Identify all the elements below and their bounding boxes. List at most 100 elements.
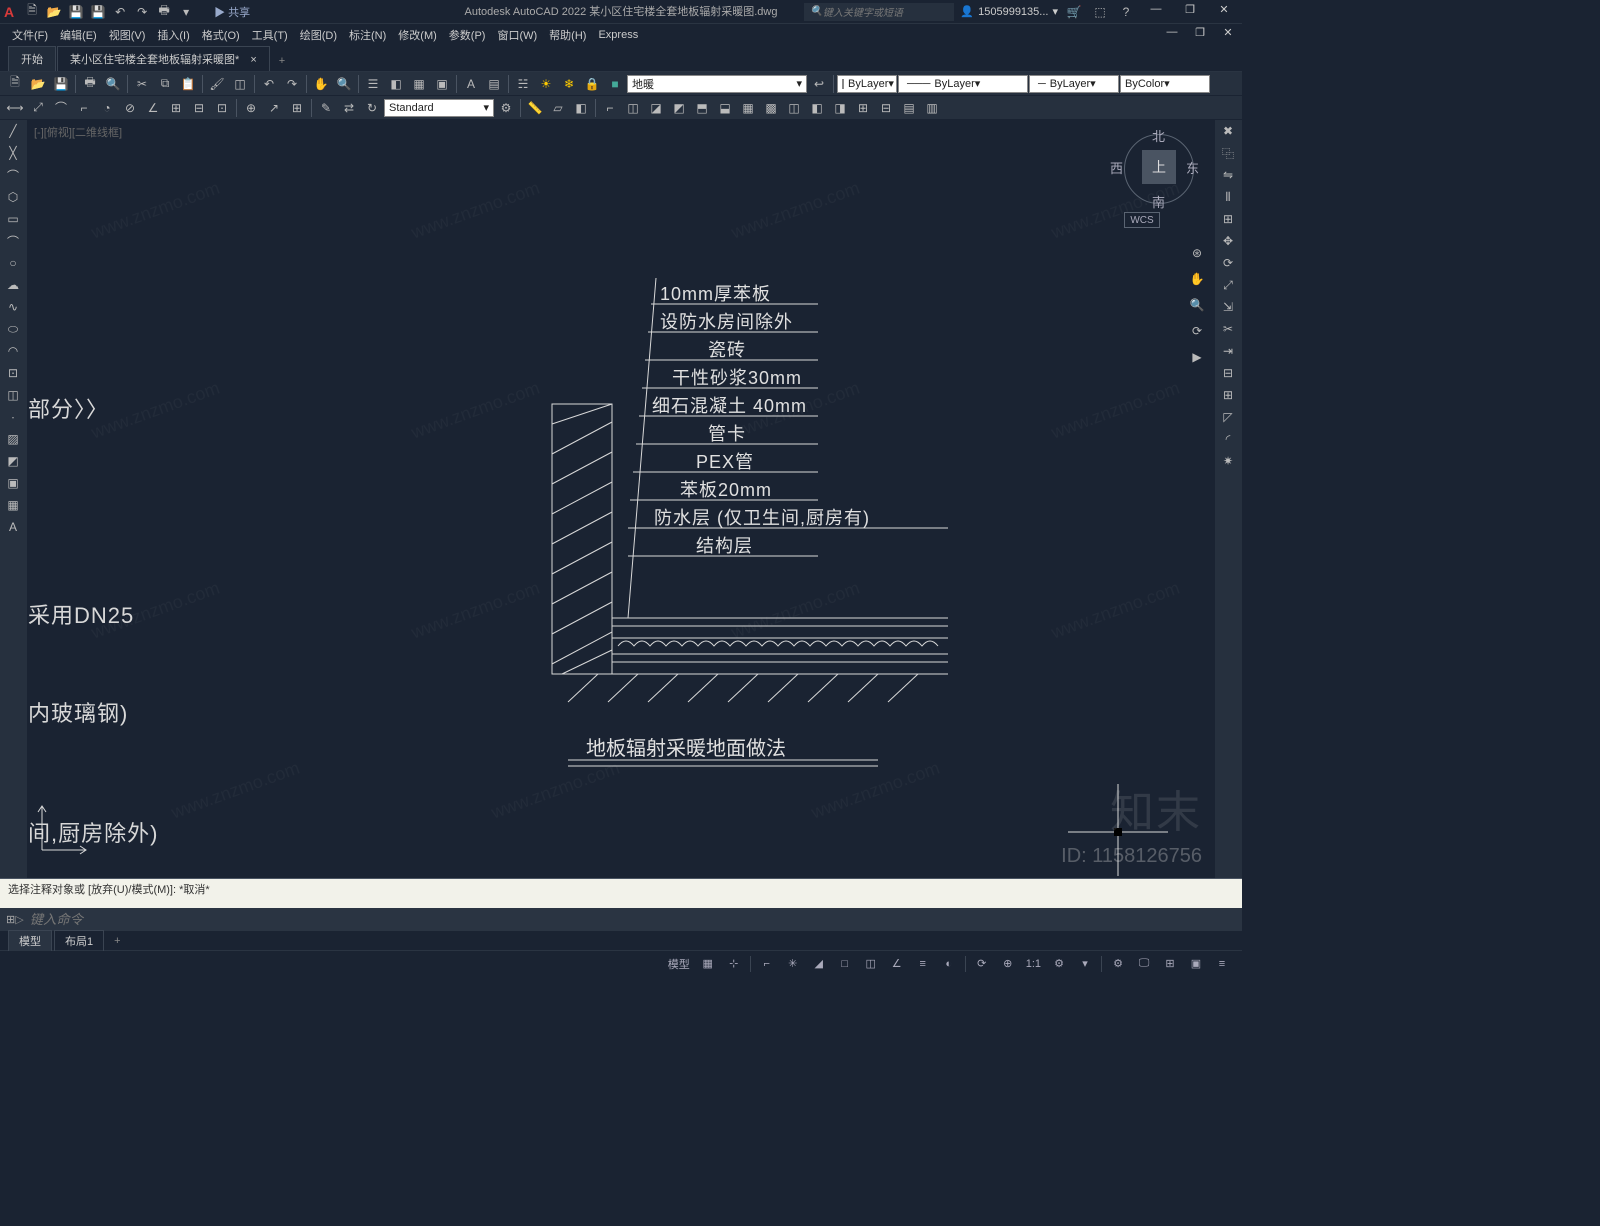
- tb-dim-quick-icon[interactable]: ⊞: [165, 98, 187, 118]
- tb-match-icon[interactable]: 🖌: [206, 74, 228, 94]
- restore-button[interactable]: ❐: [1176, 3, 1204, 21]
- tool-revcloud-icon[interactable]: ☁: [0, 274, 26, 296]
- tool-table-icon[interactable]: ▦: [0, 494, 26, 516]
- tool-block-icon[interactable]: ◫: [0, 384, 26, 406]
- tool-xline-icon[interactable]: ╳: [0, 142, 26, 164]
- tb-dim-ordinate-icon[interactable]: ⌐: [73, 98, 95, 118]
- drawing-canvas[interactable]: [-][俯视][二维线框] www.znzmo.com www.znzmo.co…: [28, 120, 1214, 878]
- tool-gradient-icon[interactable]: ◩: [0, 450, 26, 472]
- menu-view[interactable]: 视图(V): [103, 24, 152, 46]
- mod-fillet-icon[interactable]: ◜: [1215, 428, 1241, 450]
- tb-u7-icon[interactable]: ▦: [737, 98, 759, 118]
- menu-modify[interactable]: 修改(M): [392, 24, 443, 46]
- viewcube-east[interactable]: 东: [1186, 158, 1199, 177]
- tb-cut-icon[interactable]: ✂: [131, 74, 153, 94]
- mod-trim-icon[interactable]: ✂: [1215, 318, 1241, 340]
- tb-layer-prev-icon[interactable]: ↩: [808, 74, 830, 94]
- tb-dist-icon[interactable]: 📏: [524, 98, 546, 118]
- text-style-select[interactable]: Standard ▾: [384, 99, 494, 117]
- tb-center-icon[interactable]: ⊕: [240, 98, 262, 118]
- close-button[interactable]: ✕: [1210, 3, 1238, 21]
- tool-ellipsearc-icon[interactable]: ◠: [0, 340, 26, 362]
- qat-undo-icon[interactable]: ↶: [110, 3, 130, 21]
- tb-layer-color-icon[interactable]: ■: [604, 74, 626, 94]
- tb-u9-icon[interactable]: ◫: [783, 98, 805, 118]
- menu-format[interactable]: 格式(O): [196, 24, 246, 46]
- tab-add-button[interactable]: +: [271, 51, 293, 71]
- nav-zoom-icon[interactable]: 🔍: [1186, 292, 1208, 318]
- tb-u8-icon[interactable]: ▩: [760, 98, 782, 118]
- viewcube-north[interactable]: 北: [1152, 126, 1165, 145]
- sb-lwt-icon[interactable]: ≡: [911, 954, 935, 974]
- sb-snap-icon[interactable]: ⊹: [722, 954, 746, 974]
- tb-dimedit-icon[interactable]: ✎: [315, 98, 337, 118]
- color-select[interactable]: ByLayer▾: [837, 75, 897, 93]
- tb-u12-icon[interactable]: ⊞: [852, 98, 874, 118]
- mod-mirror-icon[interactable]: ⇋: [1215, 164, 1241, 186]
- sb-grid-icon[interactable]: ▦: [696, 954, 720, 974]
- mod-move-icon[interactable]: ✥: [1215, 230, 1241, 252]
- tb-preview-icon[interactable]: 🔍: [102, 74, 124, 94]
- tb-layer-lock-icon[interactable]: 🔒: [581, 74, 603, 94]
- mod-offset-icon[interactable]: ⫴: [1215, 186, 1241, 208]
- viewcube-west[interactable]: 西: [1110, 158, 1123, 177]
- sb-polar-icon[interactable]: ✳: [781, 954, 805, 974]
- tb-u14-icon[interactable]: ▤: [898, 98, 920, 118]
- sb-otrack-icon[interactable]: ∠: [885, 954, 909, 974]
- nav-wheel-icon[interactable]: ⊛: [1186, 240, 1208, 266]
- qat-new-icon[interactable]: 🗎: [22, 3, 42, 21]
- sb-cycle-icon[interactable]: ⟳: [970, 954, 994, 974]
- mod-extend-icon[interactable]: ⇥: [1215, 340, 1241, 362]
- mod-chamfer-icon[interactable]: ◸: [1215, 406, 1241, 428]
- qat-save-icon[interactable]: 💾: [66, 3, 86, 21]
- tb-dim-baseline-icon[interactable]: ⊟: [188, 98, 210, 118]
- sb-iso-icon[interactable]: ◢: [807, 954, 831, 974]
- tb-block-icon[interactable]: ◫: [229, 74, 251, 94]
- share-button[interactable]: ▶ 共享: [206, 3, 258, 21]
- menu-insert[interactable]: 插入(I): [151, 24, 195, 46]
- minimize-button[interactable]: —: [1142, 3, 1170, 21]
- autodesk-app-icon[interactable]: ⬚: [1090, 3, 1110, 21]
- qat-print-icon[interactable]: 🖶: [154, 3, 174, 21]
- tb-dimstyle-icon[interactable]: ⚙: [495, 98, 517, 118]
- tb-dim-linear-icon[interactable]: ⟷: [4, 98, 26, 118]
- cmd-expand-icon[interactable]: ⊞: [6, 913, 15, 926]
- sb-osnap-icon[interactable]: □: [833, 954, 857, 974]
- mod-rotate-icon[interactable]: ⟳: [1215, 252, 1241, 274]
- help-search-input[interactable]: 🔍 键入关键字或短语: [804, 3, 954, 21]
- sb-model[interactable]: 模型: [664, 956, 694, 972]
- tb-u5-icon[interactable]: ⬒: [691, 98, 713, 118]
- nav-pan-icon[interactable]: ✋: [1186, 266, 1208, 292]
- tool-ellipse-icon[interactable]: ⬭: [0, 318, 26, 340]
- menu-parametric[interactable]: 参数(P): [443, 24, 492, 46]
- sb-annomonitor-icon[interactable]: ⊕: [996, 954, 1020, 974]
- tb-dim-radius-icon[interactable]: ◔: [96, 98, 118, 118]
- tool-spline-icon[interactable]: ∿: [0, 296, 26, 318]
- viewcube-top[interactable]: 上: [1142, 150, 1176, 184]
- tb-dim-angular-icon[interactable]: ∠: [142, 98, 164, 118]
- tool-rect-icon[interactable]: ▭: [0, 208, 26, 230]
- menu-tools[interactable]: 工具(T): [246, 24, 294, 46]
- menu-dimension[interactable]: 标注(N): [343, 24, 392, 46]
- command-history[interactable]: 选择注释对象或 [放弃(U)/模式(M)]: *取消*: [0, 879, 1242, 908]
- tb-u2-icon[interactable]: ◫: [622, 98, 644, 118]
- tb-text-icon[interactable]: A: [460, 74, 482, 94]
- tool-region-icon[interactable]: ▣: [0, 472, 26, 494]
- tool-insert-icon[interactable]: ⊡: [0, 362, 26, 384]
- doc-close-button[interactable]: ✕: [1214, 26, 1242, 44]
- qat-open-icon[interactable]: 📂: [44, 3, 64, 21]
- tb-u13-icon[interactable]: ⊟: [875, 98, 897, 118]
- tb-leader-icon[interactable]: ↗: [263, 98, 285, 118]
- mod-copy-icon[interactable]: ⿻: [1215, 142, 1241, 164]
- menu-file[interactable]: 文件(F): [6, 24, 54, 46]
- menu-help[interactable]: 帮助(H): [543, 24, 592, 46]
- sb-ortho-icon[interactable]: ⌐: [755, 954, 779, 974]
- layer-select[interactable]: 地暖 ▾: [627, 75, 807, 93]
- cart-icon[interactable]: 🛒: [1064, 3, 1084, 21]
- tb-zoom-icon[interactable]: 🔍: [333, 74, 355, 94]
- tb-layer-freeze-icon[interactable]: ❄: [558, 74, 580, 94]
- tb-region-icon[interactable]: ◧: [570, 98, 592, 118]
- tb-ucs-icon[interactable]: ⌐: [599, 98, 621, 118]
- tool-pline-icon[interactable]: ⌒: [0, 164, 26, 186]
- command-line[interactable]: ⊞ ▷: [0, 908, 1242, 930]
